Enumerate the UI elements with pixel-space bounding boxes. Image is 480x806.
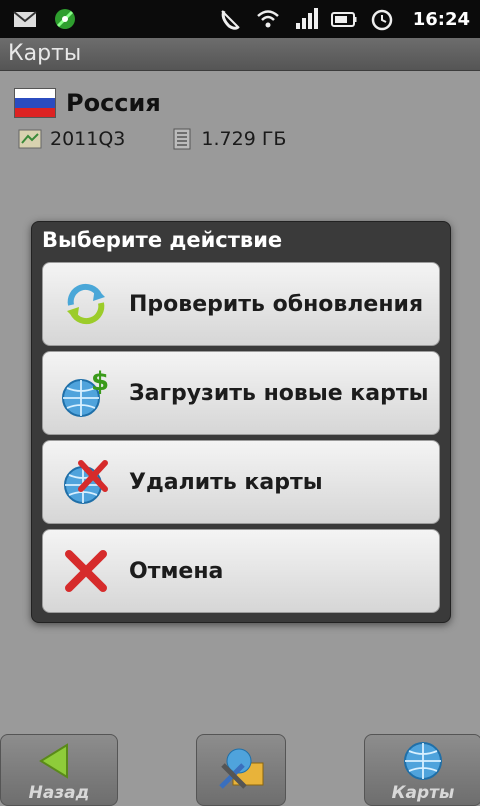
map-version-icon: [18, 128, 42, 150]
globe-delete-icon: [59, 455, 113, 509]
country-row: Россия: [14, 88, 161, 118]
russia-flag-icon: [14, 88, 56, 118]
alarm-icon: [369, 6, 395, 32]
back-arrow-icon: [35, 741, 75, 781]
cancel-label: Отмена: [129, 558, 224, 584]
refresh-icon: [59, 277, 113, 331]
action-dialog: Выберите действие Проверить обновления $…: [31, 221, 451, 623]
maps-label: Карты: [391, 783, 455, 803]
back-label: Назад: [28, 783, 90, 803]
cancel-button[interactable]: Отмена: [42, 529, 440, 613]
cancel-icon: [59, 544, 113, 598]
battery-icon: [330, 6, 357, 32]
country-name: Россия: [66, 89, 161, 117]
globe-icon: [401, 739, 445, 783]
delete-maps-label: Удалить карты: [129, 469, 323, 495]
bottom-bar: Назад Карты: [0, 734, 480, 806]
signal-icon: [293, 6, 319, 32]
map-meta: 2011Q3 1.729 ГБ: [18, 128, 286, 150]
back-button[interactable]: Назад: [0, 734, 118, 806]
wifi-icon: [255, 6, 281, 32]
gps-satellite-icon: [52, 6, 78, 32]
title-bar: Карты: [0, 38, 480, 71]
status-left: [12, 6, 78, 32]
email-icon: [12, 6, 38, 32]
delete-maps-button[interactable]: Удалить карты: [42, 440, 440, 524]
map-version: 2011Q3: [50, 128, 126, 150]
status-time: 16:24: [412, 8, 470, 30]
check-updates-button[interactable]: Проверить обновления: [42, 262, 440, 346]
storage-size-icon: [171, 128, 193, 150]
svg-text:$: $: [91, 367, 109, 397]
globe-dollar-icon: $: [59, 366, 113, 420]
tools-folder-icon: [215, 743, 267, 795]
map-size: 1.729 ГБ: [201, 128, 287, 150]
tools-button[interactable]: [196, 734, 286, 806]
status-right: 16:24: [217, 6, 470, 32]
no-call-icon: [217, 6, 243, 32]
check-updates-label: Проверить обновления: [129, 291, 424, 317]
page-title: Карты: [8, 41, 82, 66]
download-maps-button[interactable]: $ Загрузить новые карты: [42, 351, 440, 435]
dialog-title: Выберите действие: [42, 228, 283, 252]
status-bar: 16:24: [0, 0, 480, 38]
download-maps-label: Загрузить новые карты: [129, 380, 429, 406]
maps-button[interactable]: Карты: [364, 734, 480, 806]
